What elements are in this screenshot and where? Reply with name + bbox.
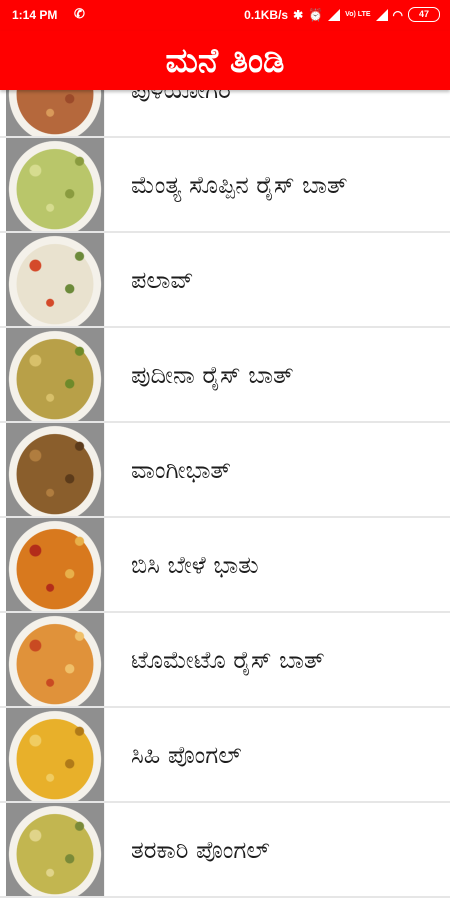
list-item[interactable]: ಮೆಂತ್ಯ ಸೊಪ್ಪಿನ ರೈಸ್ ಬಾತ್ bbox=[0, 138, 450, 233]
recipe-thumbnail bbox=[6, 138, 104, 231]
row-divider bbox=[104, 423, 105, 516]
row-divider bbox=[104, 518, 105, 611]
battery-icon: 47 bbox=[408, 7, 440, 22]
row-divider bbox=[104, 708, 105, 801]
recipe-thumbnail bbox=[6, 90, 104, 136]
recipe-thumbnail bbox=[6, 423, 104, 516]
bluetooth-icon: ✱ bbox=[293, 7, 304, 22]
recipe-thumbnail bbox=[6, 328, 104, 421]
recipe-list[interactable]: ಪುಳಿಯೋಗರೆ ಮೆಂತ್ಯ ಸೊಪ್ಪಿನ ರೈಸ್ ಬಾತ್ ಪಲಾವ್ ಪು… bbox=[0, 90, 450, 900]
recipe-label: ವಾಂಗೀಭಾತ್ bbox=[131, 455, 231, 484]
network-speed: 0.1KB/s bbox=[244, 7, 289, 22]
lte-label: Vo) LTE bbox=[345, 11, 371, 18]
alarm-icon: ⏰ bbox=[308, 7, 324, 22]
app-bar: ಮನೆ ತಿಂಡಿ bbox=[0, 31, 450, 90]
list-item[interactable]: ತರಕಾರಿ ಪೊಂಗಲ್ bbox=[0, 803, 450, 898]
recipe-label: ಸಿಹಿ ಪೊಂಗಲ್ bbox=[131, 740, 242, 769]
list-item[interactable]: ಪುಳಿಯೋಗರೆ bbox=[0, 90, 450, 138]
recipe-thumbnail bbox=[6, 518, 104, 611]
signal-icon bbox=[328, 8, 341, 21]
recipe-label: ಪಲಾವ್ bbox=[131, 265, 194, 294]
phone-call-icon: ✆ bbox=[74, 6, 85, 21]
recipe-thumbnail bbox=[6, 613, 104, 706]
recipe-label: ಪುದೀನಾ ರೈಸ್ ಬಾತ್ bbox=[131, 360, 294, 389]
status-icons: 0.1KB/s ✱ ⏰ Vo) LTE ◠ 47 bbox=[244, 7, 440, 22]
row-divider bbox=[104, 803, 105, 896]
recipe-thumbnail bbox=[6, 233, 104, 326]
recipe-thumbnail bbox=[6, 708, 104, 801]
signal-icon bbox=[375, 8, 388, 21]
status-time: 1:14 PM bbox=[12, 8, 58, 22]
list-item[interactable]: ಪುದೀನಾ ರೈಸ್ ಬಾತ್ bbox=[0, 328, 450, 423]
list-item[interactable]: ಟೊಮೇಟೊ ರೈಸ್ ಬಾತ್ bbox=[0, 613, 450, 708]
row-divider bbox=[104, 233, 105, 326]
wifi-icon: ◠ bbox=[392, 7, 403, 22]
recipe-label: ಮೆಂತ್ಯ ಸೊಪ್ಪಿನ ರೈಸ್ ಬಾತ್ bbox=[131, 170, 348, 199]
recipe-label: ಪುಳಿಯೋಗರೆ bbox=[131, 90, 441, 136]
row-divider bbox=[104, 90, 105, 136]
list-item[interactable]: ಸಿಹಿ ಪೊಂಗಲ್ bbox=[0, 708, 450, 803]
recipe-label: ಬಿಸಿ ಬೇಳೆ ಭಾತು bbox=[131, 550, 259, 579]
row-divider bbox=[104, 138, 105, 231]
recipe-label: ತರಕಾರಿ ಪೊಂಗಲ್ bbox=[131, 835, 270, 864]
status-bar: 1:14 PM ✆ 0.1KB/s ✱ ⏰ Vo) LTE ◠ 47 bbox=[0, 0, 450, 31]
recipe-label: ಟೊಮೇಟೊ ರೈಸ್ ಬಾತ್ bbox=[131, 645, 325, 674]
row-divider bbox=[104, 613, 105, 706]
list-item[interactable]: ಪಲಾವ್ bbox=[0, 233, 450, 328]
list-item[interactable]: ವಾಂಗೀಭಾತ್ bbox=[0, 423, 450, 518]
recipe-thumbnail bbox=[6, 803, 104, 896]
app-title: ಮನೆ ತಿಂಡಿ bbox=[165, 40, 285, 81]
list-item[interactable]: ಬಿಸಿ ಬೇಳೆ ಭಾತು bbox=[0, 518, 450, 613]
row-divider bbox=[104, 328, 105, 421]
